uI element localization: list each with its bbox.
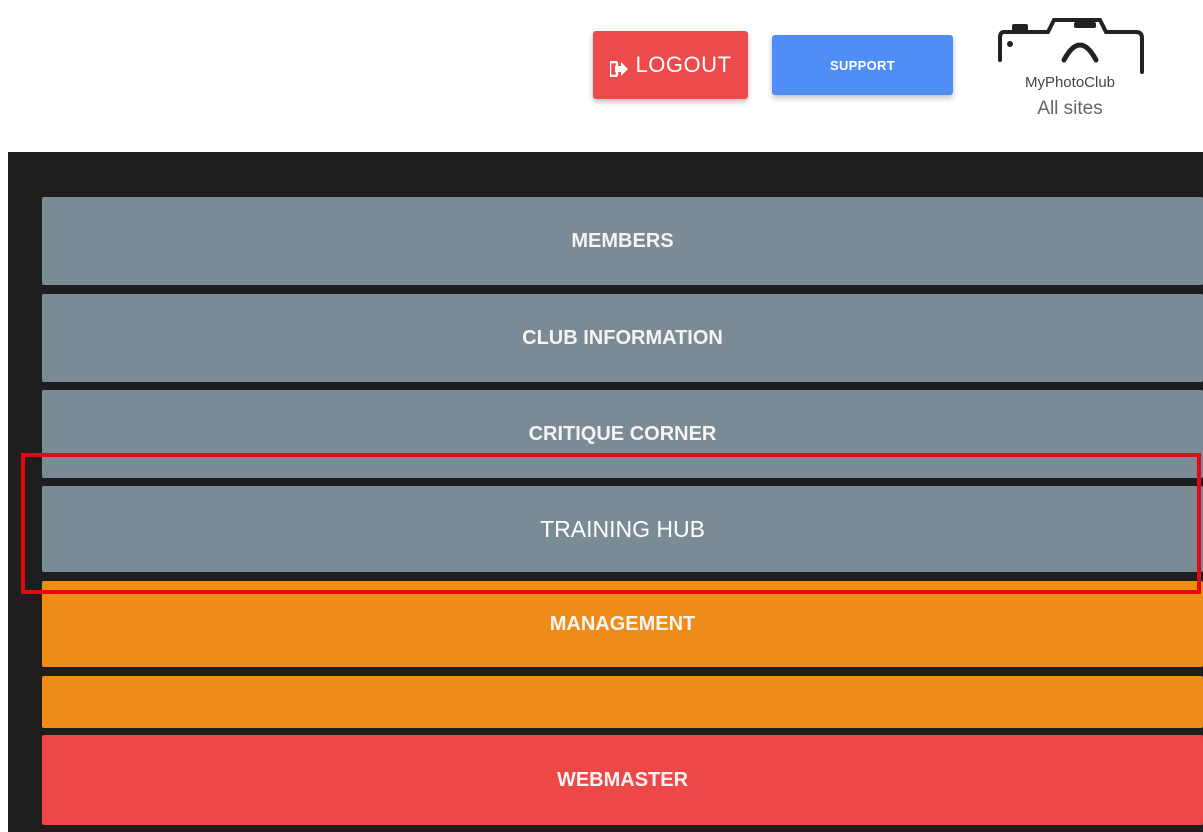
menu-item-club-information[interactable]: CLUB INFORMATION <box>42 294 1203 382</box>
header: LOGOUT SUPPORT MyPhotoClub All sites <box>0 0 1203 152</box>
menu-item-training-hub[interactable]: TRAINING HUB <box>42 486 1203 572</box>
camera-icon <box>998 18 1144 74</box>
menu-item-label: TRAINING HUB <box>540 515 705 542</box>
menu-item-label: MANAGEMENT <box>549 612 696 635</box>
menu-item-label: CRITIQUE CORNER <box>528 422 717 445</box>
logout-label: LOGOUT <box>635 52 732 77</box>
support-button[interactable]: SUPPORT <box>772 35 953 95</box>
logout-button[interactable]: LOGOUT <box>593 31 748 99</box>
menu-item-management[interactable]: MANAGEMENT <box>42 581 1203 667</box>
menu-item-unlabeled[interactable] <box>42 676 1203 728</box>
menu-item-label: CLUB INFORMATION <box>522 326 723 349</box>
page: LOGOUT SUPPORT MyPhotoClub All sites MEM… <box>0 0 1203 832</box>
logo-name: MyPhotoClub <box>1024 74 1116 91</box>
logo-subtitle: All sites <box>1037 98 1103 119</box>
sign-out-icon <box>608 57 628 78</box>
menu-item-label: WEBMASTER <box>556 768 689 791</box>
menu-item-members[interactable]: MEMBERS <box>42 197 1203 285</box>
menu-item-critique-corner[interactable]: CRITIQUE CORNER <box>42 390 1203 478</box>
support-label: SUPPORT <box>830 57 895 73</box>
menu-item-label: MEMBERS <box>571 229 674 252</box>
menu-item-webmaster[interactable]: WEBMASTER <box>42 735 1203 825</box>
site-logo[interactable]: MyPhotoClub All sites <box>990 6 1150 124</box>
